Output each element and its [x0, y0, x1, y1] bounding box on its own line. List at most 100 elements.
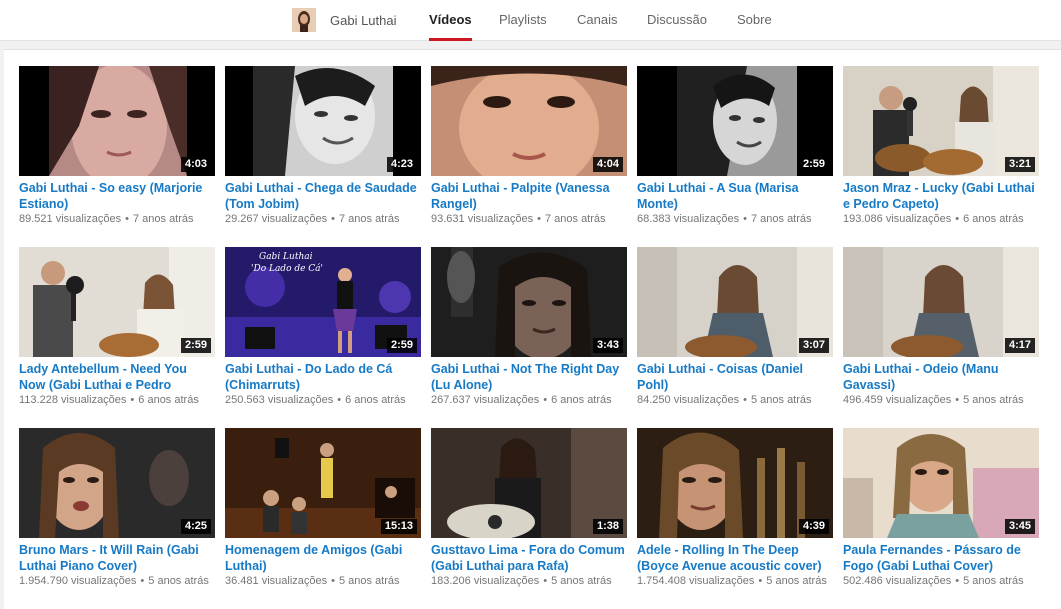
video-thumbnail[interactable]: 4:23 [225, 66, 421, 176]
video-meta: 89.521 visualizações • 7 anos atrás [19, 213, 194, 225]
video-thumbnail[interactable]: 4:39 [637, 428, 833, 538]
video-card[interactable]: 4:04 Gabi Luthai - Palpite (Vanessa Rang… [431, 66, 627, 247]
video-title-link[interactable]: Bruno Mars - It Will Rain (Gabi Luthai P… [19, 542, 215, 574]
video-thumbnail[interactable]: 3:21 [843, 66, 1039, 176]
channel-name-link[interactable]: Gabi Luthai [330, 13, 397, 28]
tab-videos[interactable]: Vídeos [429, 0, 472, 41]
video-title-link[interactable]: Gabi Luthai - Chega de Saudade (Tom Jobi… [225, 180, 421, 212]
video-title-link[interactable]: Gabi Luthai - So easy (Marjorie Estiano) [19, 180, 215, 212]
video-meta: 1.754.408 visualizações • 5 anos atrás [637, 575, 827, 587]
video-card[interactable]: 3:21 Jason Mraz - Lucky (Gabi Luthai e P… [843, 66, 1039, 247]
view-count: 89.521 visualizações [19, 213, 122, 225]
upload-age: 5 anos atrás [963, 575, 1024, 587]
video-title-link[interactable]: Homenagem de Amigos (Gabi Luthai) [225, 542, 421, 574]
video-duration: 3:45 [1004, 519, 1035, 534]
upload-age: 6 anos atrás [963, 213, 1024, 225]
video-meta: 29.267 visualizações • 7 anos atrás [225, 213, 400, 225]
video-thumbnail[interactable]: 4:04 [431, 66, 627, 176]
video-card[interactable]: 4:17 Gabi Luthai - Odeio (Manu Gavassi) … [843, 247, 1039, 428]
view-count: 496.459 visualizações [843, 394, 952, 406]
upload-age: 7 anos atrás [544, 213, 606, 225]
video-duration: 2:59 [386, 338, 417, 353]
channel-header[interactable]: Gabi Luthai [292, 8, 397, 32]
video-card[interactable]: 1:38 Gusttavo Lima - Fora do Comum (Gabi… [431, 428, 627, 609]
view-count: 1.754.408 visualizações [637, 575, 755, 587]
video-thumbnail[interactable]: 4:25 [19, 428, 215, 538]
video-duration: 15:13 [380, 519, 417, 534]
video-duration: 4:25 [180, 519, 211, 534]
video-duration: 4:03 [180, 157, 211, 172]
upload-age: 5 anos atrás [750, 394, 812, 406]
video-card[interactable]: 4:23 Gabi Luthai - Chega de Saudade (Tom… [225, 66, 421, 247]
video-card[interactable]: 4:25 Bruno Mars - It Will Rain (Gabi Lut… [19, 428, 215, 609]
video-card[interactable]: 2:59 Lady Antebellum - Need You Now (Gab… [19, 247, 215, 428]
video-card[interactable]: Gabi Luthai 'Do Lado de Cá' 2:59 Gabi Lu… [225, 247, 421, 428]
video-title-link[interactable]: Adele - Rolling In The Deep (Boyce Avenu… [637, 542, 833, 574]
video-title-link[interactable]: Gabi Luthai - Odeio (Manu Gavassi) [843, 361, 1039, 393]
video-card[interactable]: 3:45 Paula Fernandes - Pássaro de Fogo (… [843, 428, 1039, 609]
upload-age: 5 anos atrás [963, 394, 1024, 406]
video-card[interactable]: 3:43 Gabi Luthai - Not The Right Day (Lu… [431, 247, 627, 428]
video-duration: 4:23 [386, 157, 417, 172]
video-title-link[interactable]: Gabi Luthai - Coisas (Daniel Pohl) [637, 361, 833, 393]
video-title-link[interactable]: Gabi Luthai - A Sua (Marisa Monte) [637, 180, 833, 212]
video-meta: 193.086 visualizações • 6 anos atrás [843, 213, 1024, 225]
video-thumbnail[interactable]: 2:59 [19, 247, 215, 357]
tab-discussion[interactable]: Discussão [647, 0, 707, 41]
video-thumbnail[interactable]: 3:07 [637, 247, 833, 357]
video-duration: 3:43 [592, 338, 623, 353]
video-meta: 267.637 visualizações • 6 anos atrás [431, 394, 612, 406]
video-thumbnail[interactable]: 15:13 [225, 428, 421, 538]
video-duration: 4:39 [798, 519, 829, 534]
thumbnail-overlay-line-1: Gabi Luthai [259, 252, 313, 262]
upload-age: 5 anos atrás [338, 575, 400, 587]
view-count: 502.486 visualizações [843, 575, 952, 587]
video-duration: 2:59 [798, 157, 829, 172]
video-duration: 2:59 [180, 338, 211, 353]
video-card[interactable]: 4:39 Adele - Rolling In The Deep (Boyce … [637, 428, 833, 609]
video-card[interactable]: 4:03 Gabi Luthai - So easy (Marjorie Est… [19, 66, 215, 247]
video-title-link[interactable]: Gabi Luthai - Do Lado de Cá (Chimarruts) [225, 361, 421, 393]
upload-age: 6 anos atrás [138, 394, 199, 406]
view-count: 267.637 visualizações [431, 394, 540, 406]
view-count: 113.228 visualizações [19, 394, 127, 406]
upload-age: 7 anos atrás [338, 213, 400, 225]
tab-about[interactable]: Sobre [737, 0, 772, 41]
video-meta: 183.206 visualizações • 5 anos atrás [431, 575, 612, 587]
video-card[interactable]: 15:13 Homenagem de Amigos (Gabi Luthai) … [225, 428, 421, 609]
video-thumbnail[interactable]: Gabi Luthai 'Do Lado de Cá' 2:59 [225, 247, 421, 357]
video-thumbnail[interactable]: 4:03 [19, 66, 215, 176]
tab-playlists[interactable]: Playlists [499, 0, 547, 41]
video-card[interactable]: 3:07 Gabi Luthai - Coisas (Daniel Pohl) … [637, 247, 833, 428]
tab-channels[interactable]: Canais [577, 0, 617, 41]
channel-avatar[interactable] [292, 8, 316, 32]
video-grid: 4:03 Gabi Luthai - So easy (Marjorie Est… [19, 66, 1039, 609]
video-thumbnail[interactable]: 1:38 [431, 428, 627, 538]
video-title-link[interactable]: Gabi Luthai - Palpite (Vanessa Rangel) [431, 180, 627, 212]
video-title-link[interactable]: Paula Fernandes - Pássaro de Fogo (Gabi … [843, 542, 1039, 574]
video-meta: 113.228 visualizações • 6 anos atrás [19, 394, 199, 406]
view-count: 29.267 visualizações [225, 213, 328, 225]
view-count: 93.631 visualizações [431, 213, 534, 225]
video-card[interactable]: 2:59 Gabi Luthai - A Sua (Marisa Monte) … [637, 66, 833, 247]
video-title-link[interactable]: Gusttavo Lima - Fora do Comum (Gabi Luth… [431, 542, 627, 574]
upload-age: 6 anos atrás [345, 394, 406, 406]
thumbnail-overlay-line-2: 'Do Lado de Cá' [251, 263, 323, 274]
view-count: 1.954.790 visualizações [19, 575, 137, 587]
video-duration: 3:21 [1004, 157, 1035, 172]
view-count: 84.250 visualizações [637, 394, 740, 406]
upload-age: 5 anos atrás [766, 575, 827, 587]
video-thumbnail[interactable]: 3:43 [431, 247, 627, 357]
upload-age: 5 anos atrás [551, 575, 612, 587]
video-thumbnail[interactable]: 4:17 [843, 247, 1039, 357]
video-meta: 250.563 visualizações • 6 anos atrás [225, 394, 406, 406]
upload-age: 7 anos atrás [132, 213, 194, 225]
video-title-link[interactable]: Jason Mraz - Lucky (Gabi Luthai e Pedro … [843, 180, 1039, 212]
video-thumbnail[interactable]: 2:59 [637, 66, 833, 176]
video-title-link[interactable]: Lady Antebellum - Need You Now (Gabi Lut… [19, 361, 215, 393]
video-title-link[interactable]: Gabi Luthai - Not The Right Day (Lu Alon… [431, 361, 627, 393]
upload-age: 6 anos atrás [551, 394, 612, 406]
view-count: 36.481 visualizações [225, 575, 328, 587]
video-meta: 36.481 visualizações • 5 anos atrás [225, 575, 400, 587]
video-thumbnail[interactable]: 3:45 [843, 428, 1039, 538]
